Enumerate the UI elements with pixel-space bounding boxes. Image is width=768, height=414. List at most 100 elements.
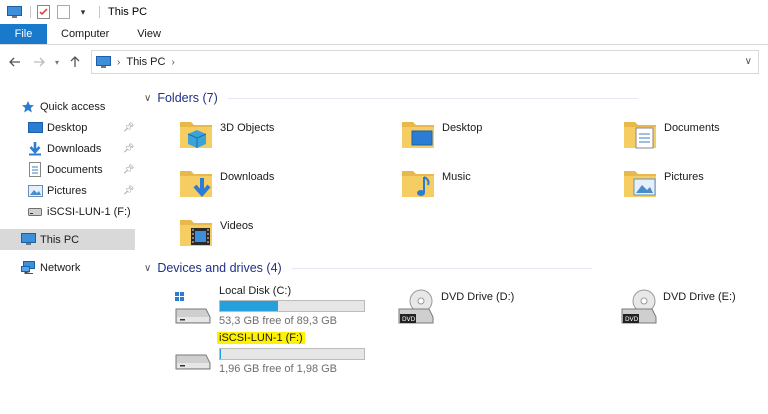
this-pc-icon <box>20 232 36 248</box>
navigation-pane: Quick access Desktop 📌︎ Downloads 📌︎ Doc… <box>0 90 138 414</box>
group-header-folders[interactable]: ∨ Folders (7) <box>144 91 764 105</box>
network-icon <box>20 260 36 276</box>
pin-icon[interactable]: 📌︎ <box>123 185 134 196</box>
downloads-icon <box>27 141 43 157</box>
navigation-bar: ▾ › This PC › ∨ <box>0 46 768 78</box>
folder-videos[interactable]: Videos <box>178 214 253 253</box>
drive-local-disk-c[interactable]: Local Disk (C:) 53,3 GB free of 89,3 GB <box>172 283 372 331</box>
breadcrumb-chevron-icon[interactable]: › <box>117 57 120 68</box>
sidebar-item-label: Network <box>40 261 81 274</box>
computer-icon <box>6 4 22 20</box>
folder-music[interactable]: Music <box>400 165 471 204</box>
music-folder-icon <box>400 165 436 204</box>
drive-dvd-e[interactable]: DVD DVD Drive (E:) <box>618 283 768 331</box>
sidebar-item-label: This PC <box>40 233 80 246</box>
windows-drive-icon <box>172 287 212 330</box>
recent-locations-chevron-icon[interactable]: ▾ <box>48 53 66 71</box>
folder-documents[interactable]: Documents <box>622 116 720 155</box>
folder-label: Videos <box>220 220 254 232</box>
sidebar-item-quick-access[interactable]: Quick access <box>20 96 105 117</box>
sidebar-item-pictures[interactable]: Pictures 📌︎ <box>27 180 138 201</box>
desktop-folder-icon <box>400 116 436 155</box>
address-dropdown-chevron-icon[interactable]: ∨ <box>745 56 752 67</box>
drive-icon <box>172 335 212 378</box>
tab-file[interactable]: File <box>0 24 47 44</box>
sidebar-item-this-pc[interactable]: This PC <box>0 229 135 250</box>
sidebar-item-iscsi-lun-1[interactable]: iSCSI-LUN-1 (F:) <box>27 201 138 222</box>
videos-folder-icon <box>178 214 214 253</box>
sidebar-item-label: iSCSI-LUN-1 (F:) <box>47 205 131 218</box>
folder-label: Documents <box>664 122 720 134</box>
drive-usage-bar <box>219 300 365 312</box>
dvd-drive-icon: DVD <box>395 287 435 330</box>
folder-label: Music <box>442 171 471 183</box>
drive-free-space: 53,3 GB free of 89,3 GB <box>219 315 338 327</box>
drive-usage-fill <box>220 349 222 359</box>
breadcrumb-chevron-icon[interactable]: › <box>171 57 174 68</box>
pictures-folder-icon <box>622 165 658 204</box>
group-header-devices-and-drives[interactable]: ∨ Devices and drives (4) <box>144 261 764 275</box>
sidebar-item-documents[interactable]: Documents 📌︎ <box>27 159 138 180</box>
sidebar-item-label: Desktop <box>47 121 88 134</box>
address-bar[interactable]: › This PC › ∨ <box>91 50 759 74</box>
customize-toolbar-chevron-icon[interactable]: ▾ <box>75 4 91 20</box>
folder-label: Pictures <box>664 171 704 183</box>
forward-arrow-icon[interactable] <box>30 53 48 71</box>
sidebar-item-label: Quick access <box>40 100 106 113</box>
downloads-folder-icon <box>178 165 214 204</box>
folder-label: Desktop <box>442 122 483 134</box>
tab-view[interactable]: View <box>123 24 175 44</box>
window-title: This PC <box>108 6 148 18</box>
content-pane: ∨ Folders (7) 3D Objects Desktop Documen… <box>138 80 768 414</box>
collapse-chevron-icon[interactable]: ∨ <box>144 263 151 274</box>
pictures-icon <box>27 183 43 199</box>
up-arrow-icon[interactable] <box>66 53 84 71</box>
folder-label: Downloads <box>220 171 275 183</box>
sidebar-item-downloads[interactable]: Downloads 📌︎ <box>27 138 138 159</box>
sidebar-item-label: Documents <box>47 163 103 176</box>
svg-text:DVD: DVD <box>625 316 639 323</box>
documents-folder-icon <box>622 116 658 155</box>
sidebar-item-network[interactable]: Network <box>20 257 80 278</box>
drive-free-space: 1,96 GB free of 1,98 GB <box>219 363 338 375</box>
folder-pictures[interactable]: Pictures <box>622 165 704 204</box>
pin-icon[interactable]: 📌︎ <box>123 164 134 175</box>
drive-name: Local Disk (C:) <box>219 285 292 297</box>
this-pc-icon <box>96 55 111 69</box>
drive-dvd-d[interactable]: DVD DVD Drive (D:) <box>395 283 595 331</box>
back-arrow-icon[interactable] <box>6 53 24 71</box>
drive-usage-fill <box>220 301 278 311</box>
drive-icon <box>27 204 43 220</box>
sidebar-item-label: Pictures <box>47 184 87 197</box>
folder-label: 3D Objects <box>220 122 275 134</box>
breadcrumb-this-pc[interactable]: This PC <box>126 56 165 68</box>
ribbon-tabs: File Computer View <box>0 24 768 45</box>
new-folder-icon[interactable] <box>55 4 71 20</box>
pin-icon[interactable]: 📌︎ <box>123 122 134 133</box>
drive-name: DVD Drive (E:) <box>663 291 736 303</box>
drive-usage-bar <box>219 348 365 360</box>
folder-3d-objects[interactable]: 3D Objects <box>178 116 274 155</box>
drive-name: iSCSI-LUN-1 (F:) <box>217 332 305 344</box>
sidebar-item-desktop[interactable]: Desktop 📌︎ <box>27 117 138 138</box>
collapse-chevron-icon[interactable]: ∨ <box>144 93 151 104</box>
star-icon <box>20 99 36 115</box>
group-divider <box>291 267 592 269</box>
sidebar-item-label: Downloads <box>47 142 102 155</box>
separator <box>30 6 31 18</box>
title-bar: ▾ This PC <box>0 0 768 24</box>
documents-icon <box>27 162 43 178</box>
group-divider <box>227 97 638 99</box>
3d-objects-folder-icon <box>178 116 214 155</box>
drive-name: DVD Drive (D:) <box>441 291 515 303</box>
desktop-icon <box>27 120 43 136</box>
pin-icon[interactable]: 📌︎ <box>123 143 134 154</box>
svg-text:DVD: DVD <box>402 316 416 323</box>
folder-desktop[interactable]: Desktop <box>400 116 482 155</box>
drive-iscsi-lun-1-f[interactable]: iSCSI-LUN-1 (F:) 1,96 GB free of 1,98 GB <box>172 331 372 379</box>
dvd-drive-icon: DVD <box>618 287 658 330</box>
folder-downloads[interactable]: Downloads <box>178 165 274 204</box>
properties-icon[interactable] <box>35 4 51 20</box>
tab-computer[interactable]: Computer <box>47 24 123 44</box>
separator <box>99 6 100 18</box>
